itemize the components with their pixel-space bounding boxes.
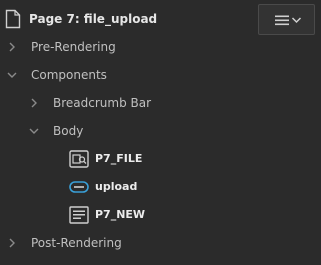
tree-node-label[interactable]: Post-Rendering (31, 236, 122, 250)
tree-node-label[interactable]: Pre-Rendering (31, 40, 116, 54)
button-icon (69, 181, 89, 193)
tree-node-label[interactable]: Components (31, 68, 107, 82)
text-field-icon (69, 206, 89, 224)
panel-header: Page 7: file_upload (0, 0, 321, 40)
tree-item-label[interactable]: upload (95, 180, 137, 193)
tree-node-pre-rendering[interactable]: Pre-Rendering (0, 35, 321, 59)
tree-item-p7-new[interactable]: P7_NEW (0, 203, 321, 227)
page-title: Page 7: file_upload (29, 12, 158, 26)
chevron-down-icon[interactable] (28, 125, 40, 137)
tree-node-body[interactable]: Body (0, 119, 321, 143)
tree-item-label[interactable]: P7_FILE (95, 152, 142, 165)
tree-item-upload[interactable]: upload (0, 175, 321, 199)
tree-node-breadcrumb-bar[interactable]: Breadcrumb Bar (0, 91, 321, 115)
tree-node-label[interactable]: Breadcrumb Bar (53, 96, 151, 110)
hamburger-menu-icon (275, 15, 302, 26)
tree-node-post-rendering[interactable]: Post-Rendering (0, 231, 321, 255)
file-browse-icon (69, 150, 89, 168)
chevron-right-icon[interactable] (6, 41, 18, 53)
chevron-right-icon[interactable] (6, 237, 18, 249)
tree-item-label[interactable]: P7_NEW (95, 208, 145, 221)
page-icon (5, 9, 21, 29)
chevron-down-icon[interactable] (6, 69, 18, 81)
tree-node-label[interactable]: Body (53, 124, 83, 138)
chevron-right-icon[interactable] (28, 97, 40, 109)
tree-node-components[interactable]: Components (0, 63, 321, 87)
rendering-tree-panel: Page 7: file_upload Pre-Rendering Compon… (0, 0, 321, 265)
tree-menu-button[interactable] (258, 4, 315, 35)
tree-item-p7-file[interactable]: P7_FILE (0, 147, 321, 171)
